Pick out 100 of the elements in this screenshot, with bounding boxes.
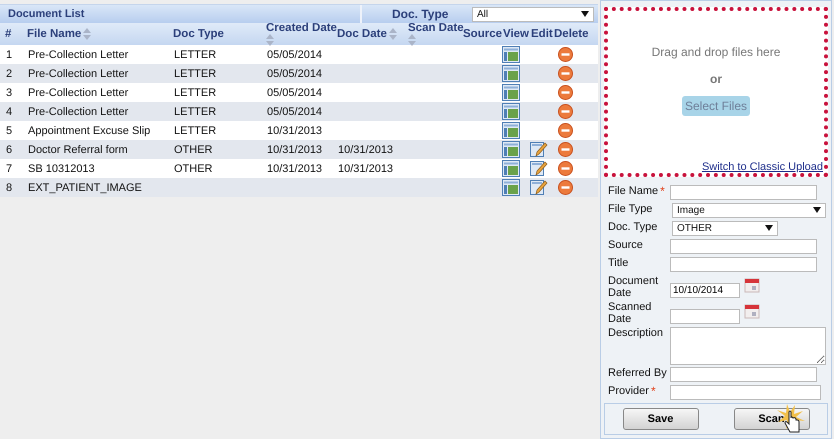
view-document-icon[interactable]	[502, 141, 520, 158]
text-field[interactable]	[670, 366, 817, 382]
date-field[interactable]: 10/10/2014	[670, 282, 740, 298]
doc-date-cell: 10/31/2013	[338, 144, 394, 156]
delete-icon[interactable]	[558, 161, 573, 176]
doc-type-select[interactable]: All	[472, 6, 594, 22]
field-label: Doc. Type	[608, 220, 658, 233]
sort-icon[interactable]	[266, 34, 274, 46]
table-row[interactable]: 2 Pre-Collection Letter LETTER 05/05/2014	[0, 64, 598, 83]
field-label: Source	[608, 238, 643, 251]
filter-label: Doc. Type	[392, 7, 448, 21]
delete-icon[interactable]	[558, 47, 573, 62]
row-number: 1	[6, 48, 12, 60]
file-name-cell: Pre-Collection Letter	[28, 86, 128, 98]
created-date-cell: 05/05/2014	[267, 48, 322, 60]
row-number: 6	[6, 144, 12, 156]
field-label: Title	[608, 256, 628, 269]
doc-type-cell: LETTER	[174, 68, 216, 80]
file-name-cell: Doctor Referral form	[28, 144, 128, 156]
action-button[interactable]: Save	[622, 408, 698, 430]
delete-icon[interactable]	[558, 142, 573, 157]
table-row[interactable]: 7 SB 10312013 OTHER 10/31/2013 10/31/2013	[0, 159, 598, 178]
delete-icon[interactable]	[558, 66, 573, 81]
view-document-icon[interactable]	[502, 84, 520, 101]
table-row[interactable]: 6 Doctor Referral form OTHER 10/31/2013 10/31/2013	[0, 140, 598, 159]
doc-type-cell: LETTER	[174, 124, 216, 136]
delete-icon[interactable]	[558, 180, 573, 195]
doc-type-cell: OTHER	[174, 162, 212, 174]
text-field[interactable]	[670, 184, 817, 200]
table-row[interactable]: 5 Appointment Excuse Slip LETTER 10/31/2013	[0, 121, 598, 140]
edit-pencil-icon[interactable]	[530, 141, 548, 158]
calendar-icon[interactable]	[744, 302, 760, 319]
column-header[interactable]: File Name	[27, 28, 92, 40]
edit-pencil-icon[interactable]	[530, 179, 548, 196]
row-number: 3	[6, 86, 12, 98]
table-row[interactable]: 3 Pre-Collection Letter LETTER 05/05/2014	[0, 83, 598, 102]
column-header[interactable]: Source	[463, 28, 502, 40]
created-date-cell: 05/05/2014	[267, 68, 322, 80]
column-header[interactable]: Created Date	[266, 22, 337, 46]
created-date-cell: 10/31/2013	[267, 144, 322, 156]
row-number: 8	[6, 182, 12, 194]
column-header[interactable]: #	[5, 28, 12, 40]
doc-date-cell: 10/31/2013	[338, 162, 394, 174]
text-field[interactable]	[670, 238, 817, 254]
column-header[interactable]: Delete	[554, 28, 589, 40]
field-label: File Type	[608, 202, 652, 215]
column-header[interactable]: View	[503, 28, 529, 40]
delete-icon[interactable]	[558, 104, 573, 119]
file-name-cell: Appointment Excuse Slip	[28, 124, 150, 136]
doc-type-cell: OTHER	[174, 144, 212, 156]
row-number: 7	[6, 162, 12, 174]
delete-icon[interactable]	[558, 123, 573, 138]
column-header[interactable]: Doc Type	[173, 28, 224, 40]
doc-type-cell: LETTER	[174, 48, 216, 60]
row-number: 4	[6, 106, 12, 118]
view-document-icon[interactable]	[502, 179, 520, 196]
edit-pencil-icon[interactable]	[530, 160, 548, 177]
row-number: 2	[6, 68, 12, 80]
dropdown-field[interactable]: Image	[672, 202, 826, 218]
field-label: Document Date	[608, 274, 660, 299]
required-marker: *	[660, 184, 665, 197]
dropdown-field[interactable]: OTHER	[672, 220, 778, 236]
calendar-icon[interactable]	[744, 276, 760, 293]
table-row[interactable]: 4 Pre-Collection Letter LETTER 05/05/2014	[0, 102, 598, 121]
file-name-cell: Pre-Collection Letter	[28, 48, 128, 60]
drop-prompt: Drag and drop files here	[652, 45, 780, 59]
view-document-icon[interactable]	[502, 103, 520, 120]
view-document-icon[interactable]	[502, 65, 520, 82]
field-label: Description	[608, 326, 664, 339]
field-label: Scanned Date	[608, 300, 652, 325]
file-name-cell: EXT_PATIENT_IMAGE	[28, 182, 142, 194]
or-text: or	[710, 72, 722, 86]
field-label: File Name	[608, 184, 658, 197]
text-field[interactable]	[670, 384, 821, 400]
column-header[interactable]: Scan Date	[408, 22, 464, 46]
field-label: Referred By	[608, 366, 667, 379]
created-date-cell: 05/05/2014	[267, 106, 322, 118]
file-name-cell: SB 10312013	[28, 162, 95, 174]
drop-zone[interactable]: Drag and drop files here or Select Files Switch to Classic Upload	[604, 7, 828, 177]
table-row[interactable]: 8 EXT_PATIENT_IMAGE	[0, 178, 598, 197]
view-document-icon[interactable]	[502, 160, 520, 177]
created-date-cell: 05/05/2014	[267, 86, 322, 98]
description-textarea[interactable]	[670, 326, 826, 365]
table-row[interactable]: 1 Pre-Collection Letter LETTER 05/05/2014	[0, 45, 598, 64]
view-document-icon[interactable]	[502, 122, 520, 139]
required-marker: *	[650, 384, 656, 397]
row-number: 5	[6, 124, 12, 136]
file-name-cell: Pre-Collection Letter	[28, 68, 128, 80]
classic-upload-link[interactable]: Switch to Classic Upload	[702, 160, 823, 173]
column-header[interactable]: Edit	[531, 28, 553, 40]
view-document-icon[interactable]	[502, 46, 520, 63]
date-field[interactable]	[670, 308, 740, 324]
delete-icon[interactable]	[558, 85, 573, 100]
doc-type-cell: LETTER	[174, 106, 216, 118]
text-field[interactable]	[670, 256, 817, 272]
created-date-cell: 10/31/2013	[267, 124, 322, 136]
field-label: Provider	[608, 384, 649, 397]
file-name-cell: Pre-Collection Letter	[28, 106, 128, 118]
sort-icon[interactable]	[408, 34, 416, 46]
column-header[interactable]: Doc Date	[337, 28, 397, 40]
